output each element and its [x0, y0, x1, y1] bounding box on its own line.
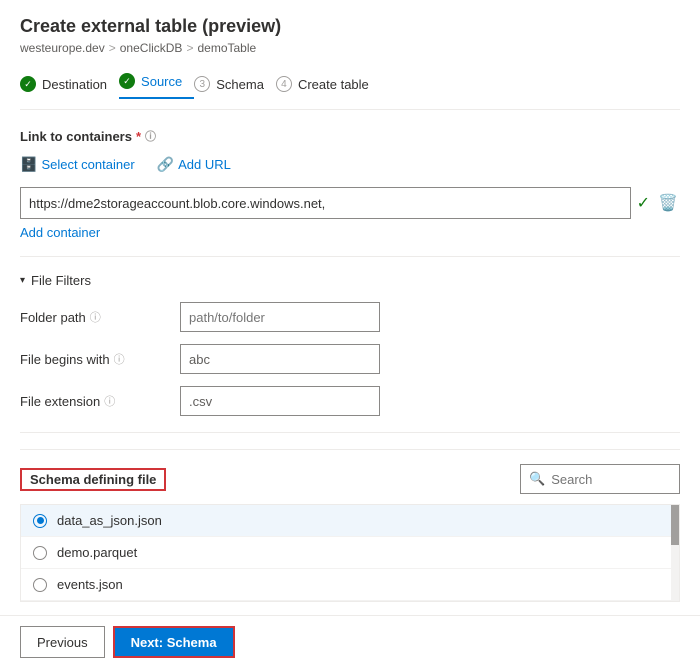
- file-begins-with-input[interactable]: [180, 344, 380, 374]
- radio-2[interactable]: [33, 578, 47, 592]
- file-filters-section: ▾ File Filters Folder path ⓘ File begins…: [20, 273, 680, 416]
- search-input[interactable]: [551, 472, 671, 487]
- url-input[interactable]: [20, 187, 631, 219]
- step-destination[interactable]: ✓ Destination: [20, 72, 119, 96]
- select-container-label: Select container: [41, 157, 134, 172]
- add-url-icon: 🔗: [157, 156, 174, 173]
- add-container-link[interactable]: Add container: [20, 225, 100, 240]
- add-url-tab[interactable]: 🔗 Add URL: [157, 152, 243, 177]
- link-containers-info-icon[interactable]: ⓘ: [145, 128, 156, 144]
- step-source-label: Source: [141, 74, 182, 89]
- schema-num-icon: 3: [194, 76, 210, 92]
- radio-1[interactable]: [33, 546, 47, 560]
- file-extension-info-icon[interactable]: ⓘ: [104, 393, 115, 409]
- file-begins-with-row: File begins with ⓘ: [20, 344, 680, 374]
- url-row: ✓ 🗑️: [20, 187, 680, 219]
- destination-check-icon: ✓: [20, 76, 36, 92]
- folder-path-info-icon[interactable]: ⓘ: [90, 309, 101, 325]
- add-url-label: Add URL: [178, 157, 231, 172]
- step-create-table[interactable]: 4 Create table: [276, 72, 381, 96]
- source-check-icon: ✓: [119, 73, 135, 89]
- file-name-2: events.json: [57, 577, 123, 592]
- breadcrumb-part1: westeurope.dev: [20, 41, 105, 55]
- file-item-0[interactable]: data_as_json.json: [21, 505, 679, 537]
- file-name-1: demo.parquet: [57, 545, 137, 560]
- steps-bar: ✓ Destination ✓ Source 3 Schema 4 Create…: [20, 69, 680, 110]
- step-create-table-label: Create table: [298, 77, 369, 92]
- step-schema-label: Schema: [216, 77, 264, 92]
- required-star: *: [136, 129, 141, 144]
- divider1: [20, 256, 680, 257]
- file-item-2[interactable]: events.json: [21, 569, 679, 601]
- folder-path-label: Folder path ⓘ: [20, 309, 180, 325]
- divider2: [20, 432, 680, 433]
- schema-section: Schema defining file 🔍 data_as_json.json…: [20, 449, 680, 602]
- select-container-icon: 🗄️: [20, 156, 37, 173]
- url-check-icon: ✓: [637, 193, 650, 213]
- file-filters-header[interactable]: ▾ File Filters: [20, 273, 680, 288]
- file-filters-label: File Filters: [31, 273, 91, 288]
- search-box[interactable]: 🔍: [520, 464, 680, 494]
- step-destination-label: Destination: [42, 77, 107, 92]
- scrollbar-track: [671, 505, 679, 601]
- breadcrumb-part3: demoTable: [197, 41, 256, 55]
- file-extension-label: File extension ⓘ: [20, 393, 180, 409]
- tab-links: 🗄️ Select container 🔗 Add URL: [20, 152, 680, 177]
- schema-defining-file-title: Schema defining file: [20, 468, 166, 491]
- radio-inner-0: [37, 517, 44, 524]
- search-icon: 🔍: [529, 471, 545, 487]
- page-title: Create external table (preview): [20, 16, 680, 37]
- next-schema-button[interactable]: Next: Schema: [113, 626, 235, 658]
- file-list: data_as_json.json demo.parquet events.js…: [20, 504, 680, 602]
- scrollbar-thumb[interactable]: [671, 505, 679, 545]
- select-container-tab[interactable]: 🗄️ Select container: [20, 152, 147, 177]
- footer: Previous Next: Schema: [0, 615, 700, 668]
- file-extension-row: File extension ⓘ: [20, 386, 680, 416]
- chevron-down-icon: ▾: [20, 275, 25, 286]
- schema-header-row: Schema defining file 🔍: [20, 464, 680, 494]
- folder-path-row: Folder path ⓘ: [20, 302, 680, 332]
- file-name-0: data_as_json.json: [57, 513, 162, 528]
- step-schema[interactable]: 3 Schema: [194, 72, 276, 96]
- radio-0[interactable]: [33, 514, 47, 528]
- file-begins-with-label: File begins with ⓘ: [20, 351, 180, 367]
- breadcrumb-part2: oneClickDB: [120, 41, 183, 55]
- step-source[interactable]: ✓ Source: [119, 69, 194, 99]
- breadcrumb-sep2: >: [186, 41, 193, 55]
- previous-button[interactable]: Previous: [20, 626, 105, 658]
- create-table-num-icon: 4: [276, 76, 292, 92]
- folder-path-input[interactable]: [180, 302, 380, 332]
- breadcrumb-sep1: >: [109, 41, 116, 55]
- file-begins-with-info-icon[interactable]: ⓘ: [114, 351, 125, 367]
- link-to-containers-label: Link to containers * ⓘ: [20, 128, 680, 144]
- file-item-1[interactable]: demo.parquet: [21, 537, 679, 569]
- file-extension-input[interactable]: [180, 386, 380, 416]
- url-delete-icon[interactable]: 🗑️: [656, 191, 680, 215]
- breadcrumb: westeurope.dev > oneClickDB > demoTable: [20, 41, 680, 55]
